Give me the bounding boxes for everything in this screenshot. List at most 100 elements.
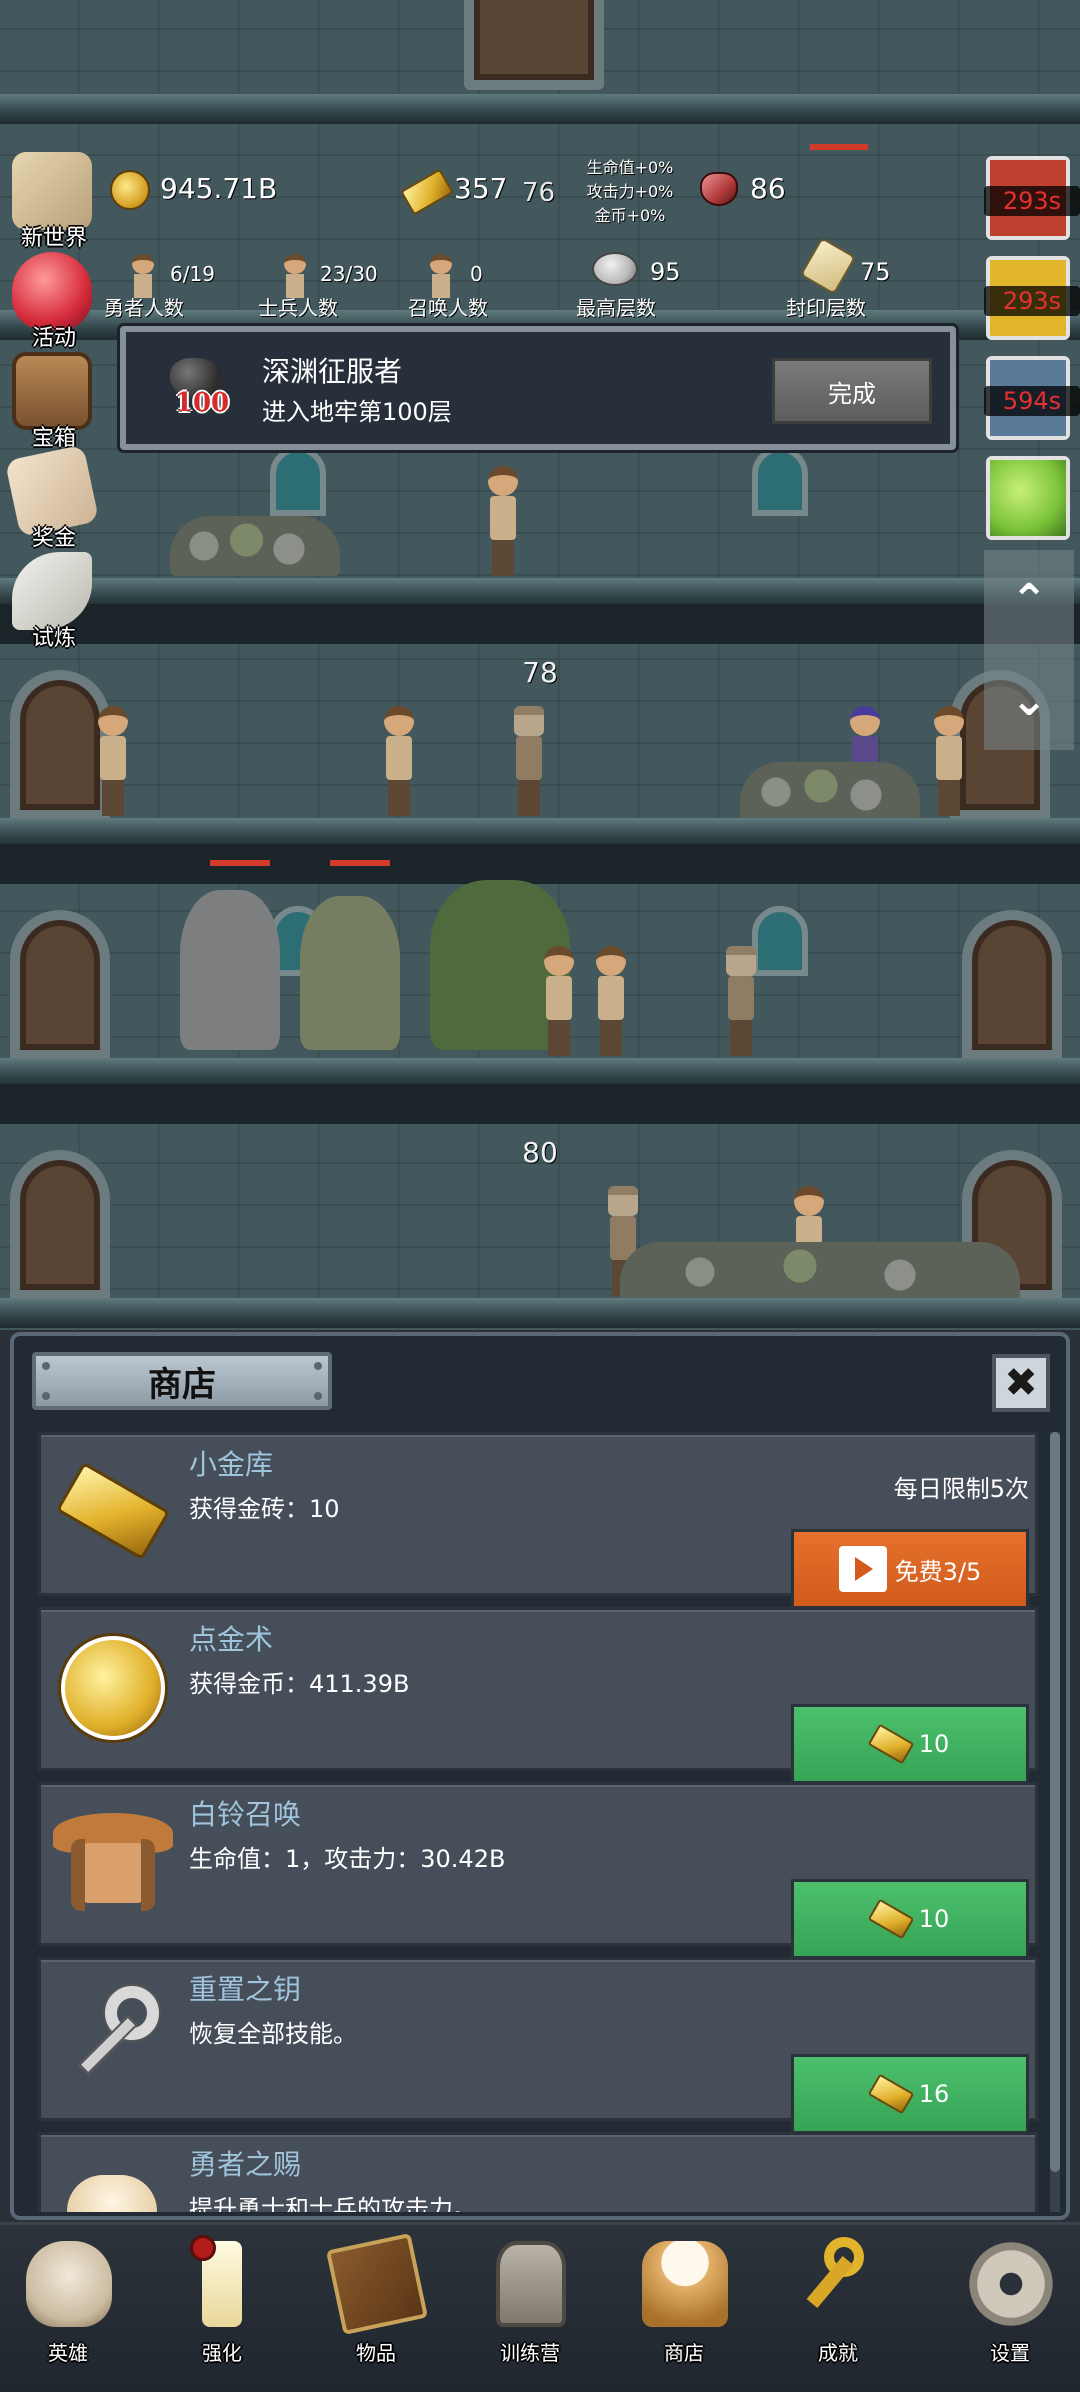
soldier-count-value: 23/30 (320, 262, 378, 286)
gold-bar-icon (867, 2073, 915, 2115)
shop-panel: 商店 ✖ 小金库 获得金砖：10 每日限制5次 免费3/5 点金术 获得金币：4… (10, 1332, 1070, 2220)
shop-title: 商店 (148, 1364, 216, 1405)
item-description: 恢复全部技能。 (189, 2020, 357, 2048)
trial-button[interactable]: 试炼 (4, 550, 100, 651)
nav-heroes[interactable]: 英雄 (8, 2235, 128, 2385)
rivet (42, 1392, 50, 1400)
shop-item: 白铃召唤 生命值：1，攻击力：30.42B 10 (38, 1782, 1038, 1959)
defeated-monster-pile (740, 762, 920, 822)
scroll-down-button[interactable]: ⌄ (984, 650, 1074, 750)
item-name: 勇者之赐 (189, 2148, 302, 2181)
nav-achievements[interactable]: 成就 (778, 2235, 898, 2385)
item-name: 点金术 (189, 1623, 274, 1656)
buy-button[interactable]: 16 (791, 2054, 1029, 2134)
dungeon-window (270, 446, 326, 516)
skill-card-1[interactable]: 293s (984, 156, 1080, 240)
item-name: 小金库 (189, 1448, 274, 1481)
scroll-up-button[interactable]: ⌃ (984, 550, 1074, 650)
nav-shop[interactable]: 商店 (624, 2235, 744, 2385)
floor-gap (0, 844, 1080, 884)
gem-amount: 86 (750, 172, 786, 205)
summon-count-label: 召唤人数 (408, 296, 488, 320)
nav-label: 英雄 (48, 2341, 88, 2365)
top-floor-number: 76 (522, 178, 556, 208)
floor-ledge (0, 1298, 1080, 1328)
key-icon (53, 1978, 173, 2098)
hero-unit (930, 706, 966, 816)
shop-scrollbar[interactable] (1050, 1432, 1060, 2212)
nav-enhance[interactable]: 强化 (162, 2235, 282, 2385)
heart-icon (12, 252, 92, 330)
events-button[interactable]: 活动 (4, 250, 100, 351)
shop-title-plate: 商店 (32, 1352, 332, 1410)
girl-portrait-icon (53, 1803, 173, 1923)
skill-card-2[interactable]: 293s (984, 256, 1080, 340)
skill-card-4[interactable] (986, 456, 1070, 540)
sealed-floor-label: 封印层数 (786, 296, 866, 320)
nav-label: 强化 (202, 2341, 242, 2365)
floor-ledge (0, 94, 1080, 124)
buff-list: 生命值+0% 攻击力+0% 金币+0% (580, 156, 680, 228)
feather-icon (12, 552, 92, 630)
scrollbar-thumb[interactable] (1050, 1432, 1060, 2172)
enemy-hp-bar (810, 144, 868, 150)
gold-bar-icon (867, 1723, 915, 1765)
buy-button[interactable]: 10 (791, 1704, 1029, 1784)
hero-unit (540, 946, 576, 1056)
dungeon-door (962, 910, 1062, 1060)
floor-gap (0, 604, 1080, 644)
skill-card-3[interactable]: 594s (984, 356, 1080, 440)
max-floor-label: 最高层数 (576, 296, 656, 320)
gold-bar-amount: 357 (454, 172, 508, 205)
hero-unit (94, 706, 130, 816)
floor-number: 78 (522, 656, 558, 689)
bottom-navigation: 英雄 强化 物品 训练营 商店 成就 设置 (0, 2222, 1080, 2392)
gold-coin-icon (53, 1628, 173, 1748)
nav-settings[interactable]: 设置 (950, 2235, 1070, 2385)
red-gem-icon (700, 172, 738, 206)
new-world-button[interactable]: 新世界 (4, 150, 100, 251)
gold-bar-icon (867, 1898, 915, 1940)
treasure-button[interactable]: 宝箱 (4, 350, 100, 451)
shop-item: 小金库 获得金砖：10 每日限制5次 免费3/5 (38, 1432, 1038, 1609)
nav-label: 物品 (356, 2341, 396, 2365)
watch-ad-free-button[interactable]: 免费3/5 (791, 1529, 1029, 1609)
bonus-label: 奖金 (31, 526, 76, 551)
hero-count-label: 勇者人数 (104, 296, 184, 320)
shop-item-list[interactable]: 小金库 获得金砖：10 每日限制5次 免费3/5 点金术 获得金币：411.39… (38, 1432, 1044, 2212)
bonus-button[interactable]: 奖金 (4, 444, 100, 551)
soldier-count-label: 士兵人数 (258, 296, 338, 320)
floor-gap (0, 1084, 1080, 1124)
free-count: 免费3/5 (894, 1557, 982, 1586)
trial-label: 试炼 (31, 626, 76, 651)
achievement-description: 进入地牢第100层 (262, 398, 452, 426)
dungeon-window (752, 906, 808, 976)
gear-icon (968, 2241, 1054, 2327)
attack-buff: 攻击力+0% (586, 182, 674, 201)
skill-timer: 293s (984, 286, 1080, 316)
achievement-badge-number: 100 (174, 388, 230, 418)
hero-unit (380, 706, 416, 816)
price: 10 (918, 1905, 950, 1933)
complete-button[interactable]: 完成 (772, 358, 932, 424)
achievement-badge-icon: 100 (164, 354, 236, 424)
chest-icon (12, 352, 92, 430)
hp-buff: 生命值+0% (586, 158, 674, 177)
beer-mug-icon (642, 2241, 728, 2327)
buy-button[interactable]: 10 (791, 1879, 1029, 1959)
achievement-popup: 100 深渊征服者 进入地牢第100层 完成 (120, 326, 956, 450)
gold-amount: 945.71B (160, 172, 278, 205)
treasure-label: 宝箱 (31, 426, 76, 451)
rivet (314, 1392, 322, 1400)
events-label: 活动 (31, 326, 76, 351)
armored-knight-enemy (180, 890, 280, 1050)
item-description: 获得金砖：10 (189, 1495, 340, 1523)
shop-item: 点金术 获得金币：411.39B 10 (38, 1607, 1038, 1784)
knight-unit (510, 706, 546, 816)
gold-bar-icon (53, 1453, 173, 1573)
close-button[interactable]: ✖ (992, 1354, 1050, 1412)
floor-number: 80 (522, 1136, 558, 1169)
nav-training-camp[interactable]: 训练营 (470, 2235, 590, 2385)
dungeon-window (752, 446, 808, 516)
nav-items[interactable]: 物品 (316, 2232, 436, 2385)
